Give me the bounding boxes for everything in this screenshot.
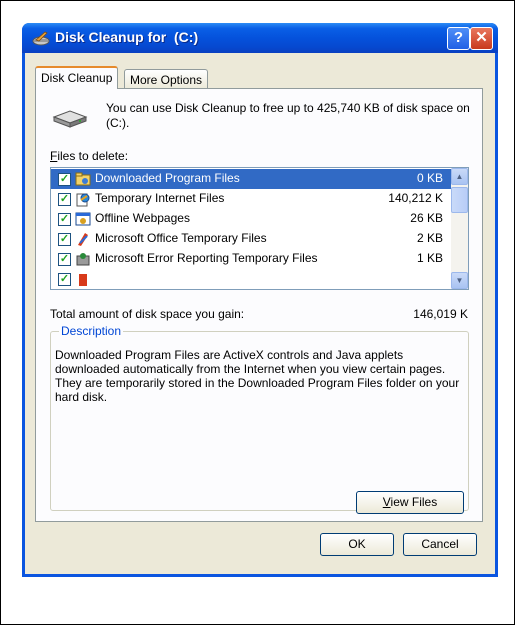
recycle-bin-icon [79,274,87,286]
checkbox[interactable]: ✓ [58,193,71,206]
description-group: Description Downloaded Program Files are… [50,324,469,511]
files-to-delete-list[interactable]: ✓ Downloaded Program Files 0 KB ✓ Tempor… [50,167,469,290]
offline-webpages-icon [75,212,91,226]
list-item[interactable]: ✓ Microsoft Error Reporting Temporary Fi… [51,249,451,269]
list-item-name: Microsoft Error Reporting Temporary File… [95,251,318,265]
list-item-partial[interactable]: ✓ [51,269,451,289]
checkbox[interactable]: ✓ [58,253,71,266]
scroll-thumb[interactable] [451,187,468,213]
list-item[interactable]: ✓ Microsoft Office Temporary Files 2 KB [51,229,451,249]
list-item-size: 2 KB [416,231,443,245]
view-files-accelerator: V [382,495,391,509]
window-title: Disk Cleanup for (C:) [55,29,199,45]
cancel-button[interactable]: Cancel [403,533,477,556]
tab-more-options[interactable]: More Options [124,69,209,89]
view-files-label: iew Files [390,495,438,509]
checkbox[interactable]: ✓ [58,233,71,246]
files-to-delete-label: Files to delete: [50,149,128,163]
list-item-name: Microsoft Office Temporary Files [95,231,267,245]
list-item[interactable]: ✓ Temporary Internet Files 140,212 K [51,189,451,209]
list-item[interactable]: ✓ Downloaded Program Files 0 KB [51,169,451,189]
dialog-client-area: Disk Cleanup More Options You can use Di… [25,53,495,574]
error-reporting-icon [76,253,90,266]
title-bar[interactable]: Disk Cleanup for (C:) ? ✕ [22,23,498,53]
list-item-size: 26 KB [410,211,443,225]
internet-files-icon [76,193,90,207]
list-item-size: 1 KB [416,251,443,265]
list-scrollbar[interactable]: ▲ ▼ [451,168,468,289]
help-button[interactable]: ? [447,27,470,50]
checkbox[interactable]: ✓ [58,173,71,186]
tab-disk-cleanup[interactable]: Disk Cleanup [35,66,119,89]
checkbox[interactable]: ✓ [58,213,71,226]
checkbox[interactable]: ✓ [58,273,71,286]
office-icon [78,233,88,246]
scroll-down-button[interactable]: ▼ [451,272,468,289]
list-item-size: 0 KB [416,171,443,185]
total-label: Total amount of disk space you gain: [50,307,245,321]
total-value: 146,019 K [413,307,468,321]
tab-panel: You can use Disk Cleanup to free up to 4… [35,88,483,522]
disk-cleanup-broom-icon [32,31,50,46]
disk-cleanup-window: Disk Cleanup for (C:) ? ✕ Disk Cleanup M… [22,23,498,577]
scroll-up-button[interactable]: ▲ [451,168,468,185]
list-item-name: Downloaded Program Files [93,171,242,185]
list-item-size: 140,212 K [388,191,443,205]
description-text: Downloaded Program Files are ActiveX con… [55,348,460,404]
intro-text: You can use Disk Cleanup to free up to 4… [106,101,470,130]
description-title: Description [59,324,124,338]
folder-icon [75,172,91,186]
view-files-button[interactable]: View Files [356,491,464,514]
close-button[interactable]: ✕ [470,27,493,50]
list-item[interactable]: ✓ Offline Webpages 26 KB [51,209,451,229]
list-item-name: Offline Webpages [95,211,190,225]
ok-button[interactable]: OK [320,533,394,556]
list-item-name: Temporary Internet Files [95,191,225,205]
files-label-rest: iles to delete: [57,149,129,163]
hard-disk-icon [52,110,88,128]
